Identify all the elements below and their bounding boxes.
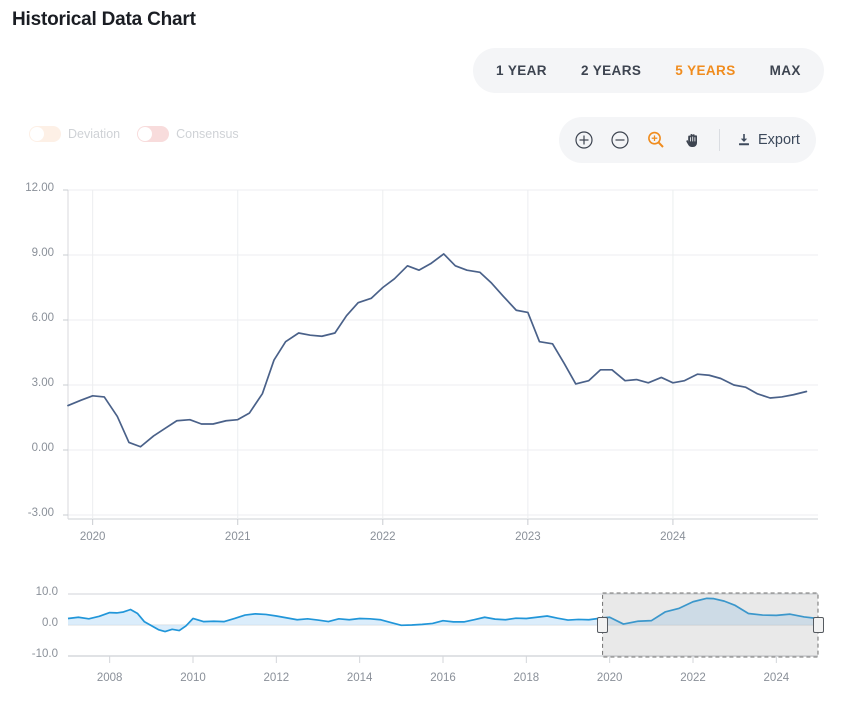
navigator-x-label: 2016	[418, 672, 468, 684]
navigator-handle-right[interactable]	[813, 617, 824, 633]
toggle-deviation[interactable]: Deviation	[29, 126, 120, 142]
navigator-x-label: 2018	[501, 672, 551, 684]
toggle-label-consensus: Consensus	[176, 127, 239, 141]
y-axis-label: 0.00	[0, 442, 54, 454]
navigator-x-label: 2010	[168, 672, 218, 684]
toggle-label-deviation: Deviation	[68, 127, 120, 141]
chart-card: Historical Data Chart 1 YEAR 2 YEARS 5 Y…	[0, 0, 844, 716]
download-icon	[736, 132, 752, 148]
toggle-knob	[138, 127, 152, 141]
navigator-y-label: -10.0	[0, 648, 58, 660]
toggle-switch-off-icon[interactable]	[137, 126, 169, 142]
main-chart-svg[interactable]	[0, 175, 844, 550]
page-title: Historical Data Chart	[12, 9, 196, 31]
navigator-x-label: 2022	[668, 672, 718, 684]
y-axis-label: 12.00	[0, 182, 54, 194]
y-axis-label: 3.00	[0, 377, 54, 389]
range-button-max[interactable]: MAX	[753, 48, 818, 93]
navigator-y-label: 0.0	[0, 617, 58, 629]
y-axis-label: -3.00	[0, 507, 54, 519]
navigator-x-label: 2024	[751, 672, 801, 684]
navigator-handle-left[interactable]	[597, 617, 608, 633]
main-series-line	[68, 254, 806, 447]
series-toggles: Deviation Consensus	[29, 126, 239, 142]
toggle-consensus[interactable]: Consensus	[137, 126, 239, 142]
x-axis-label: 2020	[68, 531, 118, 543]
toggle-knob	[30, 127, 44, 141]
x-axis-label: 2024	[648, 531, 698, 543]
time-range-selector: 1 YEAR 2 YEARS 5 YEARS MAX	[473, 48, 824, 93]
x-axis-label: 2021	[213, 531, 263, 543]
navigator-y-label: 10.0	[0, 586, 58, 598]
range-button-5-years[interactable]: 5 YEARS	[658, 48, 752, 93]
navigator-x-label: 2014	[335, 672, 385, 684]
export-label: Export	[758, 132, 800, 148]
y-axis-label: 6.00	[0, 312, 54, 324]
navigator-x-label: 2020	[585, 672, 635, 684]
range-button-1-year[interactable]: 1 YEAR	[479, 48, 564, 93]
x-axis-label: 2023	[503, 531, 553, 543]
toggle-switch-off-icon[interactable]	[29, 126, 61, 142]
y-axis-label: 9.00	[0, 247, 54, 259]
zoom-in-icon[interactable]	[573, 129, 595, 151]
toolbar-divider	[719, 129, 720, 151]
range-button-2-years[interactable]: 2 YEARS	[564, 48, 658, 93]
navigator-x-label: 2008	[85, 672, 135, 684]
zoom-out-icon[interactable]	[609, 129, 631, 151]
navigator-svg[interactable]	[0, 578, 844, 716]
chart-navigator[interactable]: 10.0 0.0 -10.0 2008 2010 2012 2014 2016 2018 202…	[0, 578, 844, 716]
main-chart[interactable]: 12.00 9.00 6.00 3.00 0.00 -3.00 2020 2021 2022 2…	[0, 175, 844, 550]
navigator-selection-region[interactable]	[603, 593, 818, 657]
x-axis-label: 2022	[358, 531, 408, 543]
export-button[interactable]: Export	[736, 132, 802, 148]
chart-toolbar: Export	[559, 117, 816, 163]
magnifier-zoom-icon[interactable]	[645, 129, 667, 151]
pan-hand-icon[interactable]	[681, 129, 703, 151]
navigator-x-label: 2012	[251, 672, 301, 684]
